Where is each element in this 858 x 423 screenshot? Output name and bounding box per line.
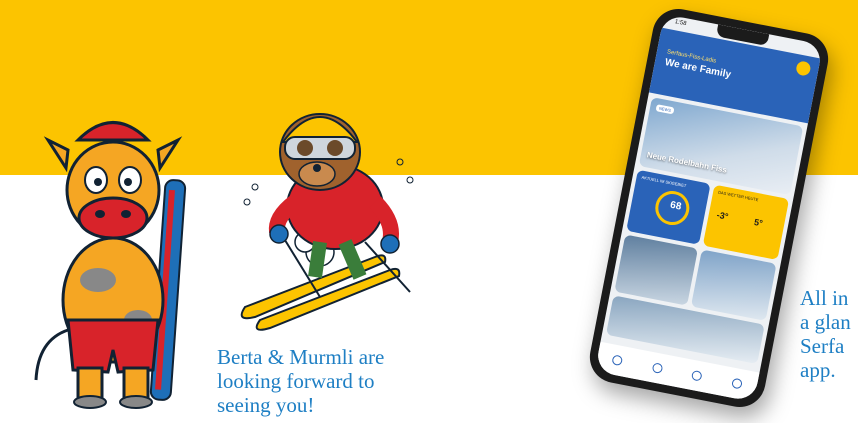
trail-map-tile[interactable] xyxy=(690,249,777,321)
berta-cow-mascot xyxy=(34,121,187,409)
location-tab-icon[interactable] xyxy=(691,369,703,382)
status-time: 1:58 xyxy=(674,19,687,28)
webcam-tile[interactable] xyxy=(614,234,699,306)
lifts-tile-label: AKTUELL IM SKIGEBIET xyxy=(641,174,687,189)
weather-tile[interactable]: DAS WETTER HEUTE -3° 5° xyxy=(702,184,790,260)
app-caption: All in a glan Serfa app. xyxy=(800,286,851,382)
murmli-marmot-mascot xyxy=(240,113,414,331)
news-headline: Neue Rodelbahn Fiss xyxy=(646,150,728,175)
mascots-caption: Berta & Murmli are looking forward to se… xyxy=(217,345,385,417)
camera-tab-icon[interactable] xyxy=(730,377,743,390)
weather-tile-label: DAS WETTER HEUTE xyxy=(717,189,759,203)
app-logo-badge[interactable] xyxy=(795,60,812,77)
news-tag: NEWS xyxy=(655,104,675,115)
lifts-status-tile[interactable]: AKTUELL IM SKIGEBIET 68 xyxy=(626,169,711,245)
temp-max: 5° xyxy=(753,216,764,229)
lifts-ring: 68 xyxy=(652,188,693,228)
clock-tab-icon[interactable] xyxy=(651,362,664,374)
temp-min: -3° xyxy=(715,209,730,222)
home-tab-icon[interactable] xyxy=(611,354,624,367)
lifts-open-count: 68 xyxy=(669,199,683,213)
